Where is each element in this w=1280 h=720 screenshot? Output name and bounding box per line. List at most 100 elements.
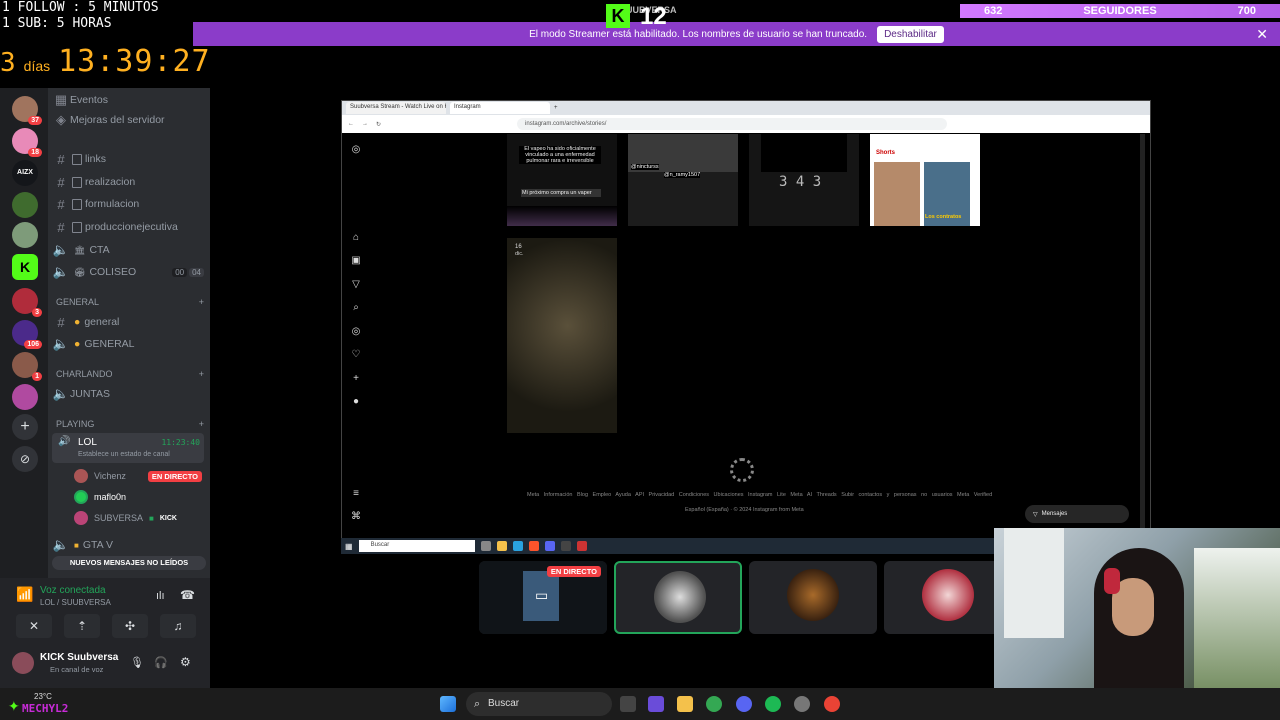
voice-participant-tile[interactable] — [749, 561, 877, 634]
voice-channel-juntas[interactable]: 🔈 JUNTAS — [52, 384, 204, 404]
chrome-icon[interactable] — [706, 696, 722, 712]
channel-events[interactable]: ▦ Eventos — [52, 90, 204, 110]
channel-status[interactable]: Establece un estado de canal — [78, 451, 170, 458]
user-name[interactable]: KICK Suubversa — [40, 652, 118, 663]
discover-icon[interactable]: ⊘ — [12, 446, 38, 472]
channel-server-boost[interactable]: ◈ Mejoras del servidor — [52, 110, 204, 130]
voice-member[interactable]: maflo0n — [74, 489, 126, 505]
spotify-icon[interactable] — [765, 696, 781, 712]
file-explorer-icon[interactable] — [677, 696, 693, 712]
create-icon[interactable]: + — [350, 373, 362, 385]
heart-icon[interactable]: ♡ — [350, 349, 362, 361]
voice-channel-lol[interactable]: 🔊 LOL 11:23:40 Establece un estado de ca… — [52, 433, 204, 463]
voice-member[interactable]: SUBVERSA ■ KICK — [74, 510, 177, 526]
windows-start-icon[interactable] — [440, 696, 456, 712]
add-channel-icon[interactable]: + — [199, 297, 204, 307]
threads-icon[interactable]: ⌘ — [350, 511, 362, 523]
instagram-logo-icon[interactable]: ◎ — [350, 144, 362, 156]
browser-tab-active[interactable]: Instagram — [450, 102, 550, 114]
instagram-footer-lang[interactable]: Español (España) · © 2024 Instagram from… — [685, 507, 804, 513]
voice-participant-tile[interactable] — [614, 561, 742, 634]
short-caption: Los contratos — [925, 214, 962, 220]
avatar[interactable] — [12, 652, 34, 674]
explore-icon[interactable]: ◎ — [350, 326, 362, 338]
channel-realizacion[interactable]: # realizacion — [52, 172, 204, 192]
url-input[interactable]: instagram.com/archive/stories/ — [517, 118, 948, 130]
days-label: días — [23, 58, 51, 74]
reels-icon[interactable]: ▣ — [350, 255, 362, 267]
chrome-profile-icon[interactable] — [824, 696, 840, 712]
story-thumbnail[interactable]: @nincturss @n_ramy1507 — [628, 134, 738, 226]
voice-channel-gtav[interactable]: 🔈 ■ GTA V — [52, 535, 204, 555]
add-server-icon[interactable]: + — [12, 414, 38, 440]
new-tab-icon[interactable]: + — [554, 105, 558, 111]
channel-label: JUNTAS — [70, 388, 111, 400]
story-thumbnail[interactable]: El vapeo ha sido oficialmente vinculado … — [507, 134, 617, 226]
add-channel-icon[interactable]: + — [199, 419, 204, 429]
obs-icon[interactable] — [794, 696, 810, 712]
new-messages-pill[interactable]: NUEVOS MENSAJES NO LEÍDOS — [52, 556, 206, 570]
voice-channel-coliseo[interactable]: 🔈 🏟 COLISEO 00 04 — [52, 262, 204, 282]
server-icon[interactable] — [12, 384, 38, 410]
browser-window[interactable]: Suubversa Stream - Watch Live on Kick In… — [341, 100, 1151, 538]
share-screen-button[interactable]: ⇡ — [64, 614, 100, 638]
noise-suppression-icon[interactable]: ılı — [156, 590, 165, 602]
messages-button[interactable]: ▽ Mensajes — [1025, 505, 1129, 523]
channel-produccionejecutiva[interactable]: # produccionejecutiva — [52, 217, 204, 237]
add-channel-icon[interactable]: + — [199, 369, 204, 379]
server-icon[interactable] — [12, 222, 38, 248]
scrollbar[interactable] — [1140, 134, 1145, 538]
home-icon[interactable]: ⌂ — [350, 232, 362, 244]
back-icon[interactable]: ← — [348, 121, 354, 127]
hash-icon: # — [57, 174, 65, 190]
stream-tile[interactable]: EN DIRECTO ▭ — [479, 561, 607, 634]
channel-links[interactable]: # links — [52, 149, 204, 169]
server-icon[interactable]: 1 — [12, 352, 42, 381]
channel-formulacion[interactable]: # formulacion — [52, 194, 204, 214]
copilot-icon[interactable] — [648, 696, 664, 712]
settings-gear-icon[interactable]: ⚙ — [180, 655, 191, 669]
soundboard-button[interactable]: ♫ — [160, 614, 196, 638]
voice-member[interactable]: Vichenz EN DIRECTO — [74, 468, 202, 484]
server-icon[interactable] — [12, 192, 38, 218]
camera-off-button[interactable]: ✕ — [16, 614, 52, 638]
server-icon[interactable]: 37 — [12, 96, 42, 125]
instagram-footer-links[interactable]: Meta Información Blog Empleo Ayuda API P… — [527, 492, 992, 498]
story-thumbnail[interactable]: 3 4 3 — [749, 134, 859, 226]
weather-widget[interactable]: 23°C — [34, 692, 52, 701]
channel-general-text[interactable]: # ● general — [52, 312, 204, 332]
voice-channel-cta[interactable]: 🔈 🏛 CTA — [52, 240, 204, 260]
activities-button[interactable]: ✣ — [112, 614, 148, 638]
server-icon-aizx[interactable]: AIZX — [12, 160, 38, 186]
forward-icon[interactable]: → — [362, 121, 368, 127]
messages-icon[interactable]: ▽ — [350, 279, 362, 291]
taskbar-search[interactable]: Buscar — [466, 692, 612, 716]
search-icon[interactable]: ⌕ — [350, 302, 362, 314]
voice-channel-path[interactable]: LOL / SUUBVERSA — [40, 598, 111, 607]
story-thumbnail[interactable]: 16 dic. — [507, 238, 617, 433]
disconnect-icon[interactable]: ☎ — [180, 588, 195, 602]
reload-icon[interactable]: ↻ — [376, 121, 381, 128]
category-charlando[interactable]: CHARLANDO + — [56, 369, 204, 379]
server-icon[interactable]: 18 — [12, 128, 42, 157]
menu-icon[interactable]: ≡ — [350, 488, 362, 500]
followers-current: 632 — [984, 5, 1003, 17]
story-thumbnail[interactable]: Shorts Los contratos — [870, 134, 980, 226]
mic-icon[interactable]: 🎙 — [130, 656, 144, 669]
headphones-icon[interactable]: 🎧 — [154, 656, 168, 669]
voice-participant-tile[interactable] — [884, 561, 1012, 634]
profile-avatar-icon[interactable]: ● — [350, 396, 362, 408]
category-general[interactable]: GENERAL + — [56, 297, 204, 307]
disable-streamer-mode-button[interactable]: Deshabilitar — [877, 25, 944, 43]
kick-server-icon[interactable]: K — [12, 254, 38, 280]
task-view-icon[interactable] — [620, 696, 636, 712]
days-count: 3 — [0, 48, 16, 78]
category-playing[interactable]: PLAYING + — [56, 419, 204, 429]
voice-status[interactable]: Voz conectada — [40, 585, 106, 596]
channel-general-voice[interactable]: 🔈 ● GENERAL — [52, 334, 204, 354]
server-icon[interactable]: 3 — [12, 288, 42, 317]
browser-tab[interactable]: Suubversa Stream - Watch Live on Kick — [346, 102, 446, 114]
server-icon[interactable]: 106 — [12, 320, 42, 349]
discord-icon[interactable] — [736, 696, 752, 712]
close-icon[interactable]: ✕ — [1256, 26, 1268, 43]
